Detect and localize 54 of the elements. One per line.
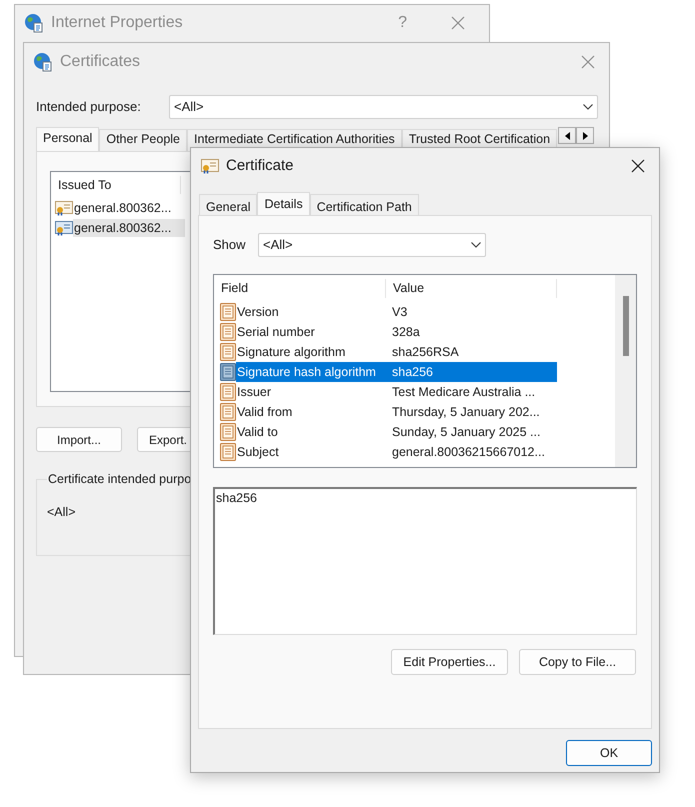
document-icon bbox=[220, 403, 236, 421]
chevron-down-icon bbox=[471, 242, 481, 248]
document-icon bbox=[220, 343, 236, 361]
detail-text-area[interactable]: sha256 bbox=[213, 487, 637, 635]
list-item[interactable]: general.800362... bbox=[73, 218, 185, 238]
purpose-dropdown[interactable]: <All> bbox=[169, 95, 598, 119]
close-icon[interactable] bbox=[631, 159, 645, 173]
scroll-left-button[interactable] bbox=[558, 127, 576, 144]
list-row[interactable]: Signature algorithm sha256RSA bbox=[236, 342, 557, 362]
document-icon bbox=[220, 323, 236, 341]
list-row[interactable]: Issuer Test Medicare Australia ... bbox=[236, 382, 557, 402]
list-row[interactable]: Serial number 328a bbox=[236, 322, 557, 342]
show-dropdown[interactable]: <All> bbox=[258, 233, 486, 257]
dialog-button[interactable]: Edit Properties... bbox=[391, 649, 508, 675]
tab[interactable]: Other People bbox=[99, 129, 188, 151]
tab[interactable]: Personal bbox=[36, 127, 100, 151]
window-title: Certificates bbox=[60, 52, 140, 72]
list-item[interactable]: general.800362... bbox=[73, 198, 185, 218]
window-title: Internet Properties bbox=[51, 13, 183, 33]
field-label: Show bbox=[213, 236, 247, 254]
list-row[interactable]: Signature hash algorithm sha256 bbox=[236, 362, 557, 382]
globe-icon bbox=[24, 13, 44, 33]
scrollbar[interactable] bbox=[615, 275, 636, 467]
column-header[interactable]: Value bbox=[386, 279, 557, 298]
tab[interactable]: Details bbox=[257, 192, 310, 215]
globe-icon bbox=[33, 52, 53, 72]
list-row[interactable]: Version V3 bbox=[236, 302, 557, 322]
group-label: Certificate intended purpo bbox=[47, 471, 192, 488]
list-row[interactable]: Valid to Sunday, 5 January 2025 ... bbox=[236, 422, 557, 442]
certificate-icon bbox=[201, 158, 219, 174]
dialog-button[interactable]: Copy to File... bbox=[519, 649, 636, 675]
document-icon bbox=[220, 383, 236, 401]
purpose-text: <All> bbox=[47, 504, 76, 521]
certificate-icon bbox=[55, 200, 73, 216]
document-icon bbox=[220, 443, 236, 461]
ok-button[interactable]: OK bbox=[566, 740, 652, 766]
document-icon bbox=[220, 303, 236, 321]
tab[interactable]: Certification Path bbox=[310, 194, 419, 215]
certificate-icon bbox=[55, 220, 73, 236]
column-header[interactable]: Field bbox=[214, 279, 386, 298]
list-row[interactable]: Valid from Thursday, 5 January 202... bbox=[236, 402, 557, 422]
field-label: Intended purpose: bbox=[36, 98, 142, 116]
tab[interactable]: General bbox=[199, 194, 258, 215]
right-arrow-icon bbox=[582, 132, 588, 140]
document-icon bbox=[220, 363, 236, 381]
chevron-down-icon bbox=[583, 104, 593, 110]
dialog-title: Certificate bbox=[226, 156, 294, 176]
left-arrow-icon bbox=[564, 132, 570, 140]
dialog-button[interactable]: Import... bbox=[36, 427, 122, 452]
detail-text: sha256 bbox=[216, 491, 258, 505]
column-header[interactable]: Issued To bbox=[51, 176, 181, 194]
list-row[interactable]: Subject general.80036215667012... bbox=[236, 442, 557, 462]
scroll-right-button[interactable] bbox=[576, 127, 594, 144]
document-icon bbox=[220, 423, 236, 441]
